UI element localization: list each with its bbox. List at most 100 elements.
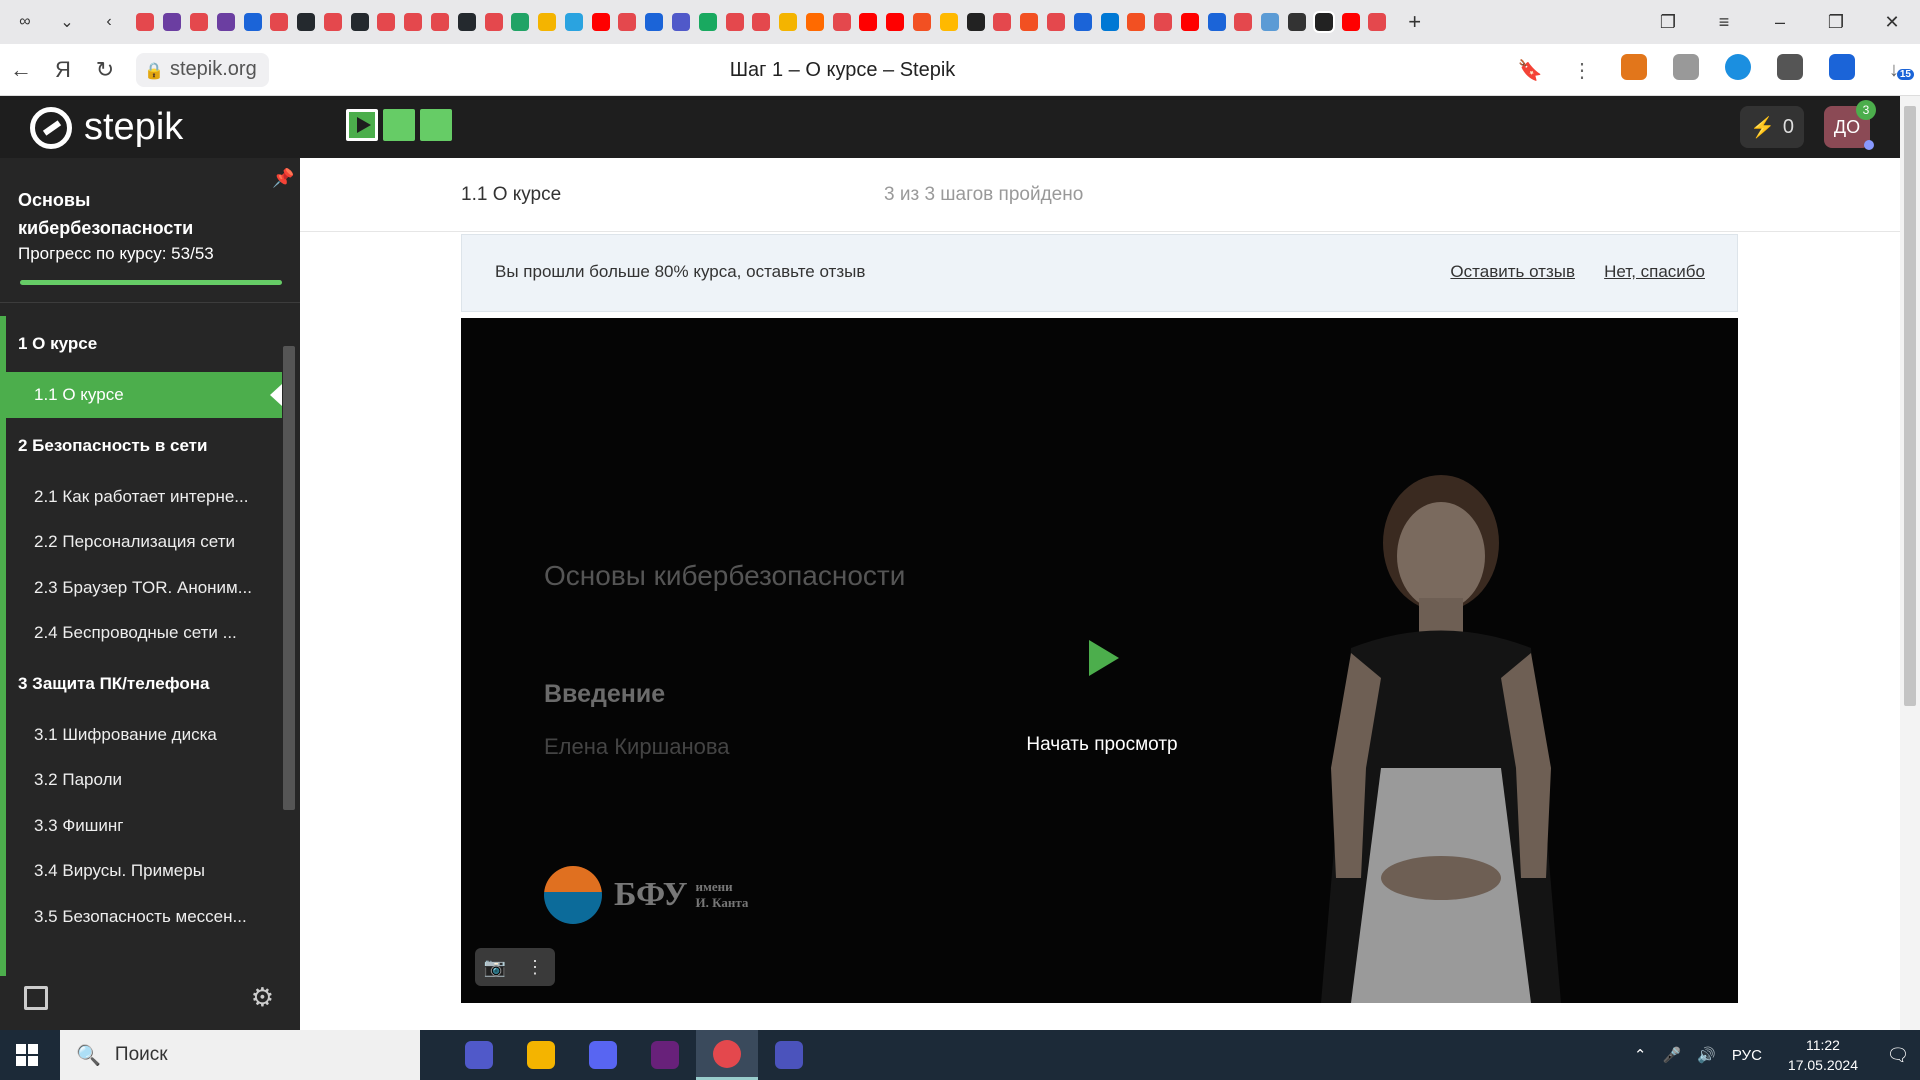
video-more-icon[interactable]: ⋮ [515, 957, 555, 978]
tab-favicon[interactable] [1341, 13, 1360, 31]
tab-favicon[interactable] [805, 13, 824, 31]
toc-section[interactable]: 2 Безопасность в сети [6, 418, 282, 474]
step-1-video[interactable] [346, 109, 378, 141]
tab-list-chevron-icon[interactable]: ⌄ [50, 7, 84, 37]
toc-item-active[interactable]: 1.1 О курсе [6, 372, 282, 418]
taskbar-search[interactable]: 🔍 Поиск [60, 1030, 420, 1080]
tray-chevron-icon[interactable]: ⌃ [1634, 1046, 1647, 1064]
course-title[interactable]: Основы кибербезопасности [18, 186, 258, 242]
notifications-icon[interactable]: 🗨 [1876, 1045, 1920, 1066]
video-player[interactable]: Основы кибербезопасности Введение Елена … [461, 318, 1738, 1003]
start-watching-label[interactable]: Начать просмотр [461, 734, 1738, 756]
tab-favicon[interactable] [243, 13, 262, 31]
back-tabs-chevron-icon[interactable]: ‹ [92, 7, 126, 37]
yandex-icon[interactable]: Я [42, 50, 84, 90]
tab-favicon[interactable] [966, 13, 985, 31]
tab-favicon[interactable] [725, 13, 744, 31]
tab-favicon[interactable] [350, 13, 369, 31]
url-field[interactable]: 🔒 stepik.org [136, 52, 269, 87]
tab-favicon[interactable] [404, 13, 423, 31]
tab-favicon[interactable] [538, 13, 557, 31]
new-tab-button[interactable]: + [1401, 9, 1429, 35]
page-scrollbar[interactable] [1900, 96, 1920, 1030]
tab-favicon[interactable] [618, 13, 637, 31]
tab-favicon[interactable] [832, 13, 851, 31]
tab-favicon[interactable] [1073, 13, 1092, 31]
reload-icon[interactable]: ↻ [84, 50, 126, 90]
tab-favicon[interactable] [886, 13, 905, 31]
metamask-extension-icon[interactable] [1608, 54, 1660, 86]
close-button[interactable]: ✕ [1864, 0, 1920, 44]
discord-app-icon[interactable] [572, 1030, 634, 1080]
step-2[interactable] [383, 109, 415, 141]
tab-favicon[interactable] [484, 13, 503, 31]
toc-item[interactable]: 2.3 Браузер TOR. Аноним... [6, 565, 282, 611]
windows-start-icon[interactable] [16, 1044, 38, 1066]
tab-favicon[interactable] [698, 13, 717, 31]
teams-app-icon[interactable] [448, 1030, 510, 1080]
toc-item[interactable]: 3.4 Вирусы. Примеры [6, 848, 282, 894]
puzzle-extension-icon[interactable] [1660, 54, 1712, 86]
volume-icon[interactable]: 🔊 [1697, 1046, 1716, 1064]
tab-group-button[interactable]: ∞ [8, 7, 42, 37]
toc-item[interactable]: 2.2 Персонализация сети [6, 519, 282, 565]
tab-favicon[interactable] [564, 13, 583, 31]
play-icon[interactable] [1089, 640, 1119, 676]
tab-favicon[interactable] [859, 13, 878, 31]
more-options-icon[interactable]: ⋮ [1556, 58, 1608, 83]
tab-favicon[interactable] [993, 13, 1012, 31]
tab-favicon[interactable] [216, 13, 235, 31]
toc-item[interactable]: 2.1 Как работает интерне... [6, 474, 282, 520]
stepik-logo[interactable]: stepik [30, 106, 183, 149]
tab-favicon[interactable] [1154, 13, 1173, 31]
minimize-button[interactable]: – [1752, 0, 1808, 44]
clock[interactable]: 11:22 17.05.2024 [1788, 1035, 1858, 1075]
toc-item[interactable]: 3.1 Шифрование диска [6, 712, 282, 758]
restore-button[interactable]: ❐ [1808, 0, 1864, 44]
step-3[interactable] [420, 109, 452, 141]
tab-favicon[interactable] [430, 13, 449, 31]
downloads-icon[interactable]: ↓ 15 [1868, 59, 1920, 82]
user-avatar[interactable]: ДО 3 [1824, 100, 1876, 150]
tab-favicon[interactable] [189, 13, 208, 31]
tab-favicon[interactable] [1207, 13, 1226, 31]
tab-favicon[interactable] [591, 13, 610, 31]
decline-review-link[interactable]: Нет, спасибо [1604, 262, 1705, 282]
tab-favicon[interactable] [779, 13, 798, 31]
tab-favicon[interactable] [1234, 13, 1253, 31]
tab-favicon[interactable] [752, 13, 771, 31]
tab-favicon[interactable] [297, 13, 316, 31]
yandex-browser-app-icon[interactable] [696, 1030, 758, 1080]
tab-favicon[interactable] [1180, 13, 1199, 31]
menu-icon[interactable]: ≡ [1696, 0, 1752, 44]
tab-favicon[interactable] [136, 13, 155, 31]
tab-favicon[interactable] [913, 13, 932, 31]
file-explorer-app-icon[interactable] [510, 1030, 572, 1080]
tab-favicon[interactable] [511, 13, 530, 31]
bookmark-icon[interactable]: 🔖 [1504, 58, 1556, 83]
tab-favicon[interactable] [939, 13, 958, 31]
collections-icon[interactable]: ❐ [1640, 0, 1696, 44]
tab-favicon[interactable] [270, 13, 289, 31]
tab-favicon[interactable] [1046, 13, 1065, 31]
camera-icon[interactable]: 📷 [475, 957, 515, 978]
tab-favicon[interactable] [163, 13, 182, 31]
toc-item[interactable]: 3.3 Фишинг [6, 803, 282, 849]
toc-section[interactable]: 3 Защита ПК/телефона [6, 656, 282, 712]
language-indicator[interactable]: РУС [1732, 1047, 1762, 1064]
tab-favicon[interactable] [645, 13, 664, 31]
leave-review-link[interactable]: Оставить отзыв [1450, 262, 1575, 282]
translate-extension-icon[interactable] [1816, 54, 1868, 86]
toc-item[interactable]: 3.5 Безопасность мессен... [6, 894, 282, 940]
teams-classic-app-icon[interactable] [758, 1030, 820, 1080]
toc-item[interactable]: 3.2 Пароли [6, 757, 282, 803]
tab-favicon[interactable] [672, 13, 691, 31]
tab-favicon[interactable] [1261, 13, 1280, 31]
tab-favicon[interactable] [377, 13, 396, 31]
sidebar-extension-icon[interactable] [1764, 54, 1816, 86]
active-tab-favicon[interactable] [1312, 11, 1335, 33]
tab-favicon[interactable] [1100, 13, 1119, 31]
pin-icon[interactable]: 📌 [272, 168, 294, 189]
tab-favicon[interactable] [1020, 13, 1039, 31]
credits-button[interactable]: ⚡ 0 [1739, 106, 1804, 148]
